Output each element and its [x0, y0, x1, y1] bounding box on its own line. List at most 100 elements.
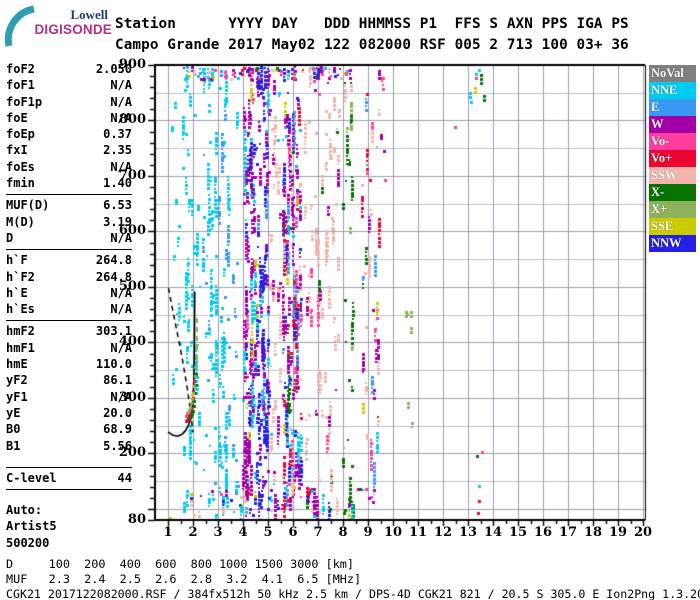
doppler-direction-legend: NoVal NNE E W Vo- Vo+ SSW X- X+ SSE NNW — [649, 65, 696, 252]
param-label: hmF1 — [6, 340, 35, 355]
header-field-names: Station YYYY DAY DDD HHMMSS P1 FFS S AXN… — [115, 16, 629, 32]
legend-label: Vo+ — [651, 151, 673, 166]
legend-label: X- — [651, 185, 665, 200]
param-label: foF1p — [6, 94, 43, 109]
legend-label: X+ — [651, 202, 668, 217]
y-tick-label: 80 — [127, 512, 146, 527]
param-value: 110.0 — [95, 357, 132, 372]
x-tick-label: 4 — [238, 525, 248, 540]
param-divider — [6, 489, 132, 491]
x-tick-label: 2 — [188, 525, 198, 540]
legend-label: Vo- — [651, 134, 670, 149]
y-tick-label: 400 — [118, 334, 146, 350]
digisonde-ionogram-viewer: Lowell DIGISONDE Station YYYY DAY DDD HH… — [0, 0, 700, 600]
x-tick-label: 10 — [383, 525, 403, 540]
legend-label: NNW — [651, 236, 682, 251]
x-tick-label: 17 — [558, 525, 578, 540]
param-divider — [6, 320, 132, 322]
x-tick-label: 7 — [313, 525, 323, 540]
x-tick-label: 11 — [408, 525, 428, 540]
legend-label: E — [651, 100, 660, 115]
param-label: yF2 — [6, 373, 28, 388]
legend-item-sse: SSE — [649, 218, 696, 235]
param-gap — [6, 492, 132, 502]
parameter-panel: foF2 2.050 foF1 N/A foF1p N/A foE N/A foEp 0.37 fx… — [6, 61, 132, 551]
ionogram-plot-canvas — [145, 60, 650, 530]
legend-item-ssw: SSW — [649, 167, 696, 184]
legend-item-nne: NNE — [649, 82, 696, 99]
legend-item-noval: NoVal — [649, 65, 696, 82]
logo-digisonde-text: DIGISONDE — [34, 22, 112, 37]
x-tick-label: 1 — [163, 525, 173, 540]
x-tick-label: 20 — [633, 525, 653, 540]
y-tick-label: 500 — [118, 278, 146, 294]
param-value: N/A — [110, 94, 132, 109]
legend-item-w: W — [649, 116, 696, 133]
legend-label: W — [651, 117, 664, 132]
param-label: hmF2 — [6, 324, 35, 339]
x-tick-label: 8 — [338, 525, 348, 540]
x-tick-label: 15 — [508, 525, 528, 540]
param-value: 2.35 — [103, 143, 132, 158]
x-tick-label: 13 — [458, 525, 478, 540]
file-info-footer: CGK21_2017122082000.RSF / 384fx512h 50 k… — [6, 587, 700, 600]
param-row: h`F 264.8 — [6, 252, 132, 268]
param-value: 86.1 — [103, 373, 132, 388]
param-row: hmE 110.0 — [6, 356, 132, 372]
param-row: MUF(D) 6.53 — [6, 197, 132, 213]
param-label: foEp — [6, 127, 35, 142]
param-label: foF1 — [6, 78, 35, 93]
param-row: foEp 0.37 — [6, 126, 132, 142]
header-field-values: Campo Grande 2017 May02 122 082000 RSF 0… — [115, 37, 629, 53]
param-label: Auto: — [6, 503, 43, 518]
y-tick-label: 700 — [118, 167, 146, 183]
legend-item-vo: Vo- — [649, 133, 696, 150]
param-row: foF1 N/A — [6, 77, 132, 93]
param-label: 500200 — [6, 535, 50, 550]
param-label: yF1 — [6, 389, 28, 404]
param-value: 44 — [117, 470, 132, 485]
param-label: h`F — [6, 253, 28, 268]
legend-item-e: E — [649, 99, 696, 116]
param-row: fxI 2.35 — [6, 142, 132, 158]
param-row: yF2 86.1 — [6, 372, 132, 388]
muf-scale-row: MUF 2.3 2.4 2.5 2.6 2.8 3.2 4.1 6.5 [MHz… — [6, 572, 362, 586]
param-label: h`F2 — [6, 269, 35, 284]
x-tick-label: 19 — [608, 525, 628, 540]
param-label: foF2 — [6, 62, 35, 76]
x-tick-label: 3 — [213, 525, 223, 540]
legend-item-nnw: NNW — [649, 235, 696, 252]
param-label: M(D) — [6, 214, 35, 229]
y-tick-label: 200 — [118, 445, 146, 461]
param-row: 500200 — [6, 535, 132, 551]
param-label: h`Es — [6, 302, 35, 317]
param-label: C-level — [6, 470, 57, 485]
param-divider — [6, 194, 132, 196]
param-divider — [6, 466, 132, 468]
param-value: N/A — [110, 78, 132, 93]
param-value: 6.53 — [103, 198, 132, 213]
param-row: B0 68.9 — [6, 421, 132, 437]
param-row: yE 20.0 — [6, 405, 132, 421]
legend-label: NoVal — [651, 66, 684, 81]
param-value: 20.0 — [103, 405, 132, 420]
y-tick-label: 600 — [118, 223, 146, 239]
legend-label: NNE — [651, 83, 678, 98]
param-label: hmE — [6, 357, 28, 372]
legend-item-x: X- — [649, 184, 696, 201]
x-tick-label: 14 — [483, 525, 503, 540]
x-tick-label: 18 — [583, 525, 603, 540]
param-row: foF1p N/A — [6, 94, 132, 110]
y-tick-label: 800 — [118, 112, 146, 128]
param-label: foE — [6, 110, 28, 125]
param-value: 264.8 — [95, 253, 132, 268]
legend-item-vo: Vo+ — [649, 150, 696, 167]
distance-scale-row: D 100 200 400 600 800 1000 1500 3000 [km… — [6, 557, 355, 571]
param-label: yE — [6, 405, 21, 420]
param-label: MUF(D) — [6, 198, 50, 213]
param-label: B1 — [6, 438, 21, 453]
y-tick-label: 900 — [118, 57, 146, 72]
legend-label: SSW — [651, 168, 678, 183]
param-label: fxI — [6, 143, 28, 158]
param-row: h`Es N/A — [6, 301, 132, 317]
